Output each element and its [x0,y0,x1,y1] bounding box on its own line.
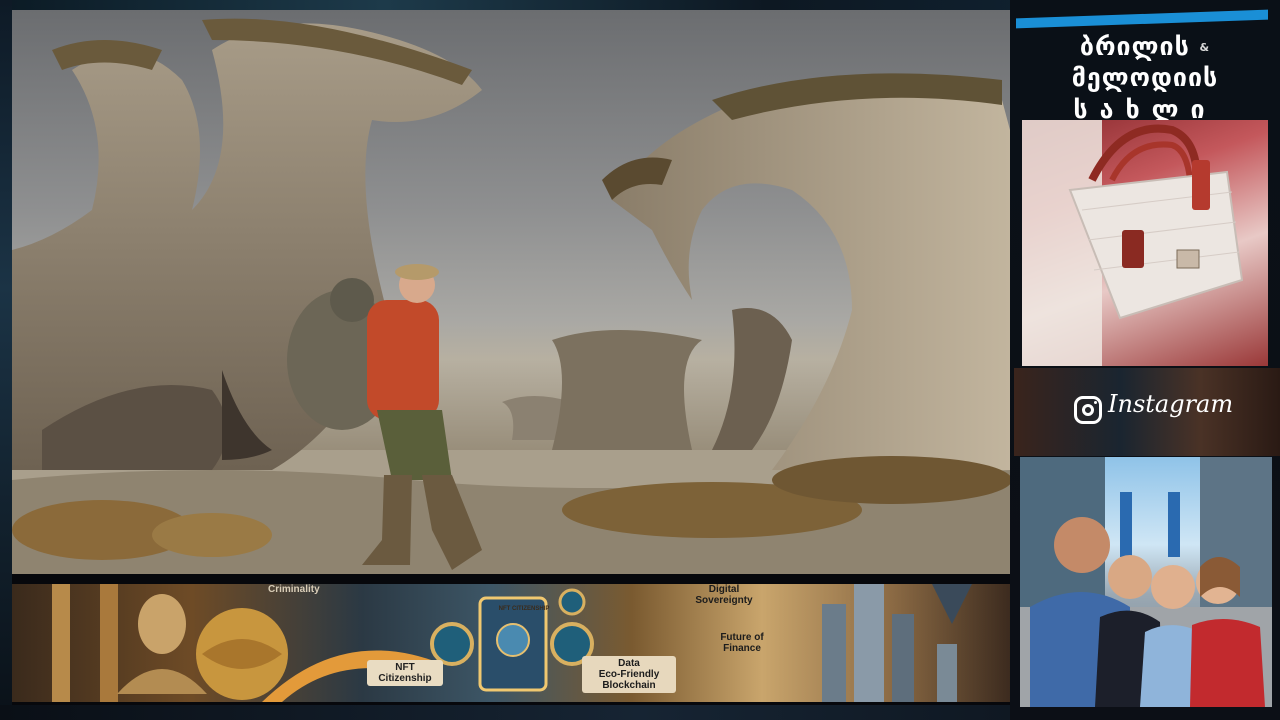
handbag-photo[interactable] [1022,120,1268,366]
main-video-frame[interactable] [12,10,1010,574]
selfie-image [1020,457,1272,707]
banner-label-nft-citizenship: NFT Citizenship [367,660,443,686]
bust-statue [138,594,186,654]
gear [558,588,586,616]
handbag-image [1022,120,1244,366]
brand-ampersand: & [1199,41,1211,54]
frame-left-strip [0,0,12,720]
gear [430,622,474,666]
brand-logo-title[interactable]: ბრილის & მელოდიის სახლი [1016,32,1274,127]
landscape-scene [12,18,1010,574]
banner-label-digital-sovereignty: Digital Sovereignty [695,584,753,606]
brand-word-2: მელოდიის [1071,63,1219,92]
banner-label-future-finance: Future of Finance [720,632,764,654]
group-selfie-photo[interactable] [1020,457,1272,707]
instagram-label[interactable]: Instagram [1108,390,1233,418]
instagram-icon[interactable] [1074,396,1102,424]
banner-label-card: NFT CITIZENSHIP [498,606,550,612]
banner-label-criminality: Criminality [268,584,320,595]
banner-label-data-blockchain: Data Eco-Friendly Blockchain [582,656,676,693]
banner-illustration [52,584,972,702]
bottom-banner[interactable]: Criminality NFT CITIZENSHIP NFT Citizens… [12,584,1012,702]
brand-word-1: ბრილის [1079,32,1190,61]
mid-arch-rock [552,330,702,450]
